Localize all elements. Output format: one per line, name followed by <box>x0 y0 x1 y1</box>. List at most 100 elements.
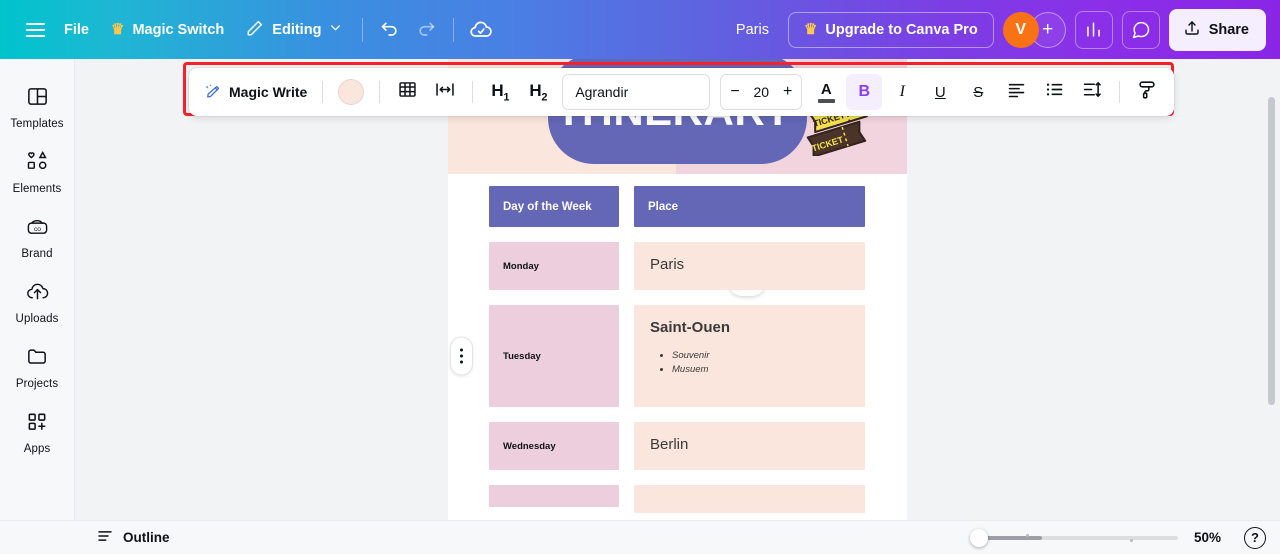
text-align-button[interactable] <box>998 74 1034 110</box>
table-cell-day[interactable]: Tuesday <box>489 305 619 407</box>
copy-style-button[interactable] <box>1129 74 1165 110</box>
heading-2-button[interactable]: H2 <box>520 74 556 110</box>
file-menu-button[interactable]: File <box>53 15 100 45</box>
table-row: Wednesday Berlin <box>489 422 865 470</box>
table-header-cell[interactable]: Place <box>634 186 865 227</box>
text-color-button[interactable]: A <box>808 74 844 110</box>
heading-1-sub: 1 <box>503 91 510 104</box>
underline-label: U <box>934 83 946 101</box>
share-label: Share <box>1208 21 1249 38</box>
toolbar-divider <box>362 17 364 42</box>
heading-1-button[interactable]: H1 <box>482 74 518 110</box>
top-bar-left-group: File ♛ Magic Switch Editing <box>0 12 499 48</box>
hamburger-icon[interactable] <box>17 12 53 48</box>
table-cell-day[interactable] <box>489 485 619 507</box>
vertical-scrollbar[interactable] <box>1268 97 1275 405</box>
sidebar-item-label: Uploads <box>15 313 59 325</box>
table-header-row: Day of the Week Place <box>489 186 865 227</box>
table-icon <box>397 79 418 105</box>
table-cell-place[interactable]: Paris <box>634 242 865 290</box>
table-button[interactable] <box>389 74 425 110</box>
design-page[interactable]: ✦ WEEK TRAVEL ✦ ITINERARY <box>448 59 907 520</box>
document-title[interactable]: Paris <box>726 16 779 44</box>
underline-button[interactable]: U <box>922 74 958 110</box>
text-color-swatch-button[interactable] <box>332 74 370 110</box>
zoom-slider-tick <box>1026 533 1029 537</box>
font-size-decrease-button[interactable]: − <box>730 84 739 100</box>
sidebar-item-templates[interactable]: Templates <box>4 77 70 138</box>
sidebar-item-label: Apps <box>23 443 51 455</box>
row-options-icon[interactable] <box>450 336 473 376</box>
sidebar-item-label: Brand <box>21 248 53 260</box>
top-bar: File ♛ Magic Switch Editing Paris ♛ Upgr… <box>0 0 1280 59</box>
comment-button[interactable] <box>1121 10 1160 49</box>
list-item: Souvenir <box>672 349 849 363</box>
font-size-value[interactable]: 20 <box>754 84 770 100</box>
outline-button[interactable]: Outline <box>88 522 178 553</box>
text-toolbar-highlight: Magic Write H1 H2 Agrandir − 20 + A B I … <box>183 62 1174 116</box>
bulleted-list-button[interactable] <box>1036 74 1072 110</box>
place-bullet-list: Souvenir Musuem <box>672 349 849 377</box>
list-item: Musuem <box>672 363 849 377</box>
sidebar-item-label: Templates <box>10 118 64 130</box>
upgrade-button[interactable]: ♛ Upgrade to Canva Pro <box>787 11 994 48</box>
font-family-select[interactable]: Agrandir <box>562 74 711 110</box>
table-cell-place[interactable]: Saint-Ouen Souvenir Musuem <box>634 305 865 407</box>
table-cell-day[interactable]: Monday <box>489 242 619 290</box>
line-spacing-icon <box>1081 79 1103 105</box>
table-cell-place[interactable] <box>634 485 865 513</box>
cell-width-icon <box>434 79 456 105</box>
font-size-stepper[interactable]: − 20 + <box>720 74 803 110</box>
redo-icon[interactable] <box>408 12 444 48</box>
brand-icon: co <box>25 215 50 243</box>
zoom-percent[interactable]: 50% <box>1194 530 1228 545</box>
sidebar-item-uploads[interactable]: Uploads <box>4 272 70 333</box>
sidebar-item-elements[interactable]: Elements <box>4 142 70 203</box>
bold-button[interactable]: B <box>846 74 883 110</box>
canva-editor: File ♛ Magic Switch Editing Paris ♛ Upgr… <box>0 0 1280 554</box>
magic-write-button[interactable]: Magic Write <box>197 74 313 110</box>
collaborators-group: V + <box>1002 11 1066 48</box>
color-swatch-icon <box>338 79 365 105</box>
elements-icon <box>25 150 50 178</box>
magic-switch-button[interactable]: ♛ Magic Switch <box>100 15 235 45</box>
font-family-value: Agrandir <box>575 84 629 100</box>
line-spacing-button[interactable] <box>1074 74 1110 110</box>
top-bar-right-group: Paris ♛ Upgrade to Canva Pro V + Share <box>726 8 1280 51</box>
zoom-slider[interactable] <box>970 528 1178 547</box>
avatar[interactable]: V <box>1002 11 1039 48</box>
zoom-slider-knob[interactable] <box>970 528 988 547</box>
text-color-icon: A <box>817 82 835 103</box>
place-name: Berlin <box>650 436 689 453</box>
svg-text:co: co <box>33 226 40 233</box>
table-cell-place[interactable]: Berlin <box>634 422 865 470</box>
table-row-partial <box>489 485 865 513</box>
upgrade-label: Upgrade to Canva Pro <box>825 21 978 38</box>
font-size-increase-button[interactable]: + <box>783 84 792 100</box>
cell-width-button[interactable] <box>427 74 463 110</box>
file-menu-label: File <box>64 21 89 38</box>
help-button[interactable]: ? <box>1244 526 1266 549</box>
editing-mode-button[interactable]: Editing <box>235 12 353 48</box>
cloud-saved-icon[interactable] <box>463 12 499 48</box>
share-button[interactable]: Share <box>1168 8 1266 51</box>
italic-button[interactable]: I <box>884 74 920 110</box>
place-name: Paris <box>650 256 685 273</box>
sidebar-item-projects[interactable]: Projects <box>4 337 70 398</box>
undo-icon[interactable] <box>372 12 408 48</box>
strikethrough-button[interactable]: S <box>960 74 996 110</box>
projects-folder-icon <box>25 345 49 373</box>
editing-label: Editing <box>272 21 322 38</box>
pencil-icon <box>246 19 264 41</box>
analytics-button[interactable] <box>1074 10 1113 49</box>
apps-icon <box>25 410 49 438</box>
place-name: Saint-Ouen <box>650 319 731 336</box>
table-row: Monday Paris <box>489 242 865 290</box>
table-cell-day[interactable]: Wednesday <box>489 422 619 470</box>
italic-label: I <box>899 83 905 100</box>
text-toolbar: Magic Write H1 H2 Agrandir − 20 + A B I … <box>189 68 1174 116</box>
table-header-cell[interactable]: Day of the Week <box>489 186 619 227</box>
toolbar-divider-2 <box>453 17 455 42</box>
sidebar-item-brand[interactable]: co Brand <box>4 207 70 268</box>
sidebar-item-apps[interactable]: Apps <box>4 402 70 463</box>
